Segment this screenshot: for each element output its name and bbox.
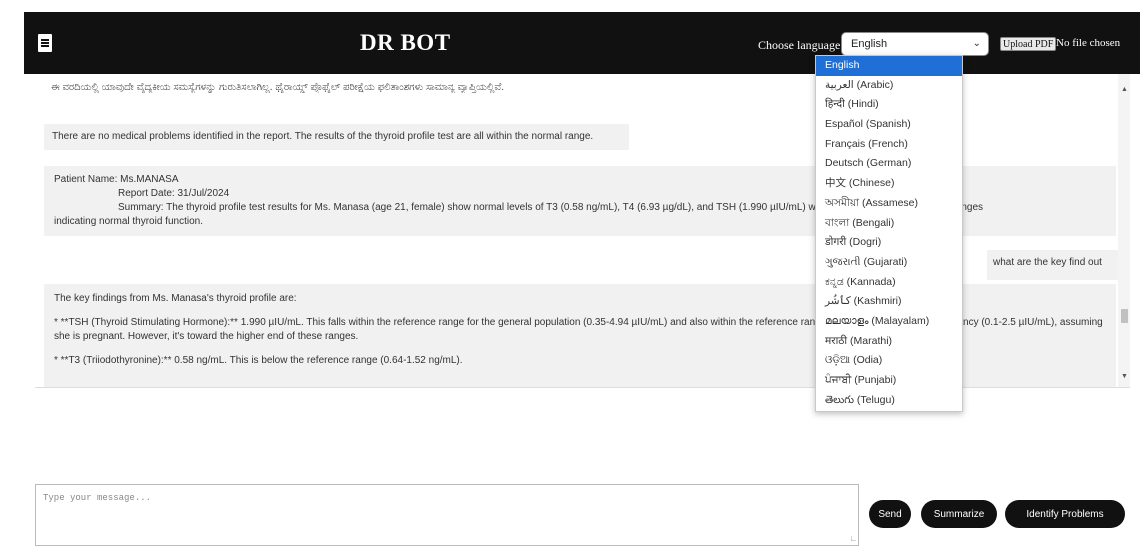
chat-scrollbar[interactable]: ▲ ▼ (1118, 74, 1130, 387)
language-option[interactable]: العربية (Arabic) (816, 76, 962, 96)
language-option[interactable]: తెలుగు (Telugu) (816, 391, 962, 411)
message-input[interactable]: Type your message... ∟ (35, 484, 859, 546)
language-option[interactable]: ଓଡ଼ିଆ (Odia) (816, 351, 962, 371)
menu-icon[interactable] (38, 34, 52, 52)
chat-history[interactable]: ಈ ವರದಿಯಲ್ಲಿ ಯಾವುದೇ ವೈದ್ಯಕೀಯ ಸಮಸ್ಯೆಗಳನ್ನು… (35, 74, 1130, 388)
scroll-thumb[interactable] (1121, 309, 1128, 323)
top-bar: DR BOT Choose language: English ⌄ Upload… (24, 12, 1140, 74)
language-option[interactable]: हिन्दी (Hindi) (816, 95, 962, 115)
language-option[interactable]: Deutsch (German) (816, 154, 962, 174)
chevron-down-icon: ⌄ (972, 38, 981, 49)
language-option[interactable]: डोगरी (Dogri) (816, 233, 962, 253)
language-option[interactable]: অসমীয়া (Assamese) (816, 194, 962, 214)
identify-problems-button[interactable]: Identify Problems (1005, 500, 1125, 528)
language-option[interactable]: ਪੰਜਾਬੀ (Punjabi) (816, 371, 962, 391)
send-button[interactable]: Send (869, 500, 911, 528)
summarize-button[interactable]: Summarize (921, 500, 997, 528)
app-title: DR BOT (360, 30, 451, 55)
language-label: Choose language: (758, 38, 844, 52)
language-option[interactable]: ગુજરાતી (Gujarati) (816, 253, 962, 273)
scroll-down-icon[interactable]: ▼ (1121, 373, 1128, 380)
message-placeholder: Type your message... (43, 493, 152, 503)
language-option[interactable]: मराठी (Marathi) (816, 332, 962, 352)
file-status: No file chosen (1056, 37, 1121, 49)
language-option[interactable]: മലയാളം (Malayalam) (816, 312, 962, 332)
chat-message-partial: ಈ ವರದಿಯಲ್ಲಿ ಯಾವುದೇ ವೈದ್ಯಕೀಯ ಸಮಸ್ಯೆಗಳನ್ನು… (51, 82, 505, 93)
patient-name: Patient Name: Ms.MANASA (54, 174, 179, 185)
language-option[interactable]: Français (French) (816, 135, 962, 155)
summary-text-continued: indicating normal thyroid function. (54, 216, 203, 227)
language-option[interactable]: English (816, 56, 962, 76)
language-option[interactable]: Español (Spanish) (816, 115, 962, 135)
resize-grip-icon[interactable]: ∟ (851, 535, 856, 544)
language-option[interactable]: বাংলা (Bengali) (816, 214, 962, 234)
scroll-up-icon[interactable]: ▲ (1121, 86, 1128, 93)
language-dropdown[interactable]: English العربية (Arabic) हिन्दी (Hindi) … (815, 55, 963, 412)
language-option[interactable]: 中文 (Chinese) (816, 174, 962, 194)
selected-language: English (851, 38, 888, 50)
language-option[interactable]: ಕನ್ನಡ (Kannada) (816, 273, 962, 293)
language-option[interactable]: کٲشُر (Kashmiri) (816, 292, 962, 312)
upload-pdf-button[interactable]: Upload PDF (1000, 37, 1057, 51)
user-message: what are the key find out (987, 250, 1119, 280)
bot-message: There are no medical problems identified… (44, 124, 629, 150)
language-select[interactable]: English ⌄ (841, 32, 989, 56)
